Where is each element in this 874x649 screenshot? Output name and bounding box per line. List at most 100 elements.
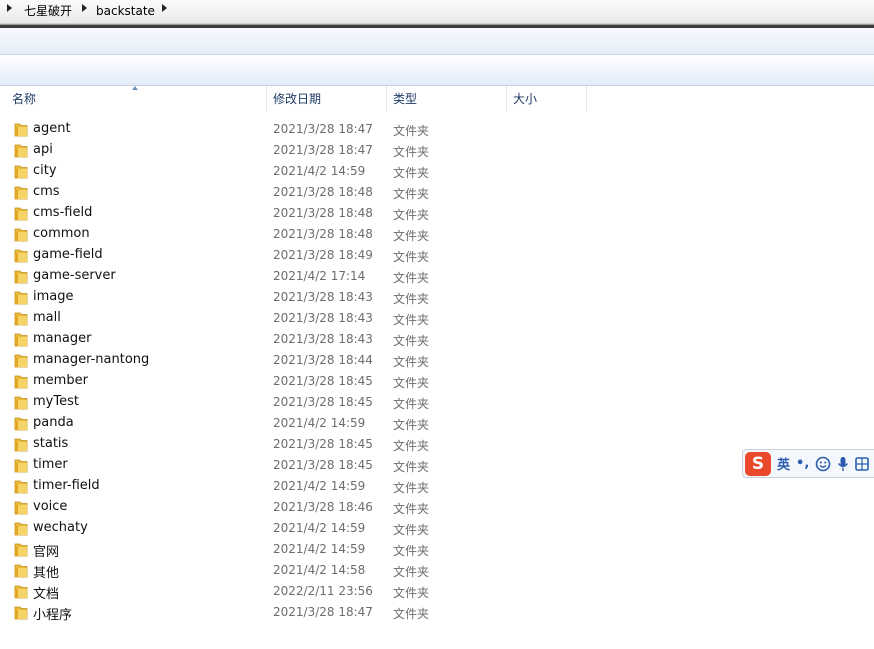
file-name: 小程序 — [33, 608, 73, 623]
file-modified-date: 2021/3/28 18:45 — [273, 458, 373, 472]
folder-icon — [14, 123, 28, 137]
column-header-type[interactable]: 类型 — [393, 86, 503, 112]
folder-icon — [14, 144, 28, 158]
microphone-icon[interactable] — [837, 456, 849, 472]
file-row[interactable]: cms-field 2021/3/28 18:48 文件夹 — [0, 203, 874, 224]
file-type: 文件夹 — [393, 208, 430, 222]
file-row[interactable]: cms 2021/3/28 18:48 文件夹 — [0, 182, 874, 203]
column-header-size[interactable]: 大小 — [513, 86, 583, 112]
file-modified-date: 2021/3/28 18:43 — [273, 311, 373, 325]
file-modified-date: 2021/3/28 18:47 — [273, 122, 373, 136]
column-divider[interactable] — [586, 86, 587, 112]
file-modified-date: 2021/4/2 17:14 — [273, 269, 366, 283]
file-type: 文件夹 — [393, 397, 430, 411]
file-type: 文件夹 — [393, 124, 430, 138]
folder-icon — [14, 165, 28, 179]
file-row[interactable]: wechaty 2021/4/2 14:59 文件夹 — [0, 518, 874, 539]
chevron-right-icon — [162, 4, 167, 12]
folder-icon — [14, 606, 28, 620]
file-modified-date: 2021/3/28 18:44 — [273, 353, 373, 367]
file-name: 官网 — [33, 545, 60, 560]
file-type: 文件夹 — [393, 565, 430, 579]
folder-icon — [14, 459, 28, 473]
file-name: game-server — [33, 268, 116, 283]
file-row[interactable]: member 2021/3/28 18:45 文件夹 — [0, 371, 874, 392]
breadcrumb-root-arrow[interactable] — [7, 4, 12, 12]
file-row[interactable]: common 2021/3/28 18:48 文件夹 — [0, 224, 874, 245]
breadcrumb-item-1[interactable]: backstate — [96, 4, 155, 18]
file-name: panda — [33, 415, 74, 430]
file-row[interactable]: api 2021/3/28 18:47 文件夹 — [0, 140, 874, 161]
file-modified-date: 2021/3/28 18:45 — [273, 437, 373, 451]
file-row[interactable]: voice 2021/3/28 18:46 文件夹 — [0, 497, 874, 518]
ime-language-toggle[interactable]: 英 — [777, 454, 790, 473]
folder-icon — [14, 438, 28, 452]
column-header-name[interactable]: 名称 — [12, 86, 266, 112]
file-type: 文件夹 — [393, 334, 430, 348]
breadcrumb-separator[interactable] — [162, 4, 167, 12]
breadcrumb-label: 七星破开 — [24, 4, 73, 18]
file-modified-date: 2021/3/28 18:48 — [273, 206, 373, 220]
folder-icon — [14, 186, 28, 200]
sogou-logo-icon[interactable]: S — [745, 451, 771, 476]
chevron-right-icon — [7, 4, 12, 12]
address-bar[interactable]: 七星破开 backstate — [0, 0, 874, 25]
file-row[interactable]: agent 2021/3/28 18:47 文件夹 — [0, 119, 874, 140]
file-row[interactable]: game-field 2021/3/28 18:49 文件夹 — [0, 245, 874, 266]
file-row[interactable]: timer-field 2021/4/2 14:59 文件夹 — [0, 476, 874, 497]
file-modified-date: 2021/4/2 14:59 — [273, 164, 366, 178]
file-row[interactable]: mall 2021/3/28 18:43 文件夹 — [0, 308, 874, 329]
file-name: wechaty — [33, 520, 88, 535]
file-type: 文件夹 — [393, 271, 430, 285]
command-bar — [0, 55, 874, 86]
file-row[interactable]: city 2021/4/2 14:59 文件夹 — [0, 161, 874, 182]
folder-icon — [14, 501, 28, 515]
file-name: api — [33, 142, 53, 157]
file-type: 文件夹 — [393, 145, 430, 159]
file-row[interactable]: 官网 2021/4/2 14:59 文件夹 — [0, 539, 874, 560]
file-row[interactable]: 小程序 2021/3/28 18:47 文件夹 — [0, 602, 874, 623]
file-name: manager-nantong — [33, 352, 150, 367]
folder-icon — [14, 585, 28, 599]
file-name: myTest — [33, 394, 79, 409]
column-header-date[interactable]: 修改日期 — [273, 86, 383, 112]
chevron-right-icon — [82, 4, 87, 12]
column-divider[interactable] — [386, 86, 387, 112]
file-row[interactable]: panda 2021/4/2 14:59 文件夹 — [0, 413, 874, 434]
folder-icon — [14, 417, 28, 431]
folder-icon — [14, 207, 28, 221]
ime-toolbar[interactable]: S 英 •, — [742, 449, 874, 478]
file-type: 文件夹 — [393, 250, 430, 264]
file-row[interactable]: myTest 2021/3/28 18:45 文件夹 — [0, 392, 874, 413]
file-modified-date: 2021/3/28 18:46 — [273, 500, 373, 514]
file-modified-date: 2021/3/28 18:47 — [273, 143, 373, 157]
file-type: 文件夹 — [393, 544, 430, 558]
ime-punctuation-toggle[interactable]: •, — [796, 456, 809, 471]
column-divider[interactable] — [506, 86, 507, 112]
file-name: image — [33, 289, 74, 304]
file-row[interactable]: game-server 2021/4/2 17:14 文件夹 — [0, 266, 874, 287]
breadcrumb-separator[interactable] — [82, 4, 87, 12]
file-name: city — [33, 163, 57, 178]
file-name: timer-field — [33, 478, 100, 493]
smiley-icon[interactable] — [815, 456, 831, 472]
folder-icon — [14, 543, 28, 557]
breadcrumb-item-0[interactable]: 七星破开 — [24, 4, 72, 18]
file-modified-date: 2021/3/28 18:48 — [273, 227, 373, 241]
file-name: common — [33, 226, 90, 241]
file-type: 文件夹 — [393, 460, 430, 474]
file-name: 文档 — [33, 587, 60, 602]
toolbox-icon[interactable] — [855, 456, 870, 472]
folder-icon — [14, 249, 28, 263]
file-modified-date: 2021/3/28 18:45 — [273, 395, 373, 409]
file-row[interactable]: manager 2021/3/28 18:43 文件夹 — [0, 329, 874, 350]
file-modified-date: 2021/4/2 14:58 — [273, 563, 366, 577]
column-divider[interactable] — [266, 86, 267, 112]
file-row[interactable]: manager-nantong 2021/3/28 18:44 文件夹 — [0, 350, 874, 371]
file-row[interactable]: image 2021/3/28 18:43 文件夹 — [0, 287, 874, 308]
file-name: 其他 — [33, 566, 60, 581]
file-type: 文件夹 — [393, 355, 430, 369]
file-row[interactable]: 文档 2022/2/11 23:56 文件夹 — [0, 581, 874, 602]
file-row[interactable]: 其他 2021/4/2 14:58 文件夹 — [0, 560, 874, 581]
file-type: 文件夹 — [393, 229, 430, 243]
